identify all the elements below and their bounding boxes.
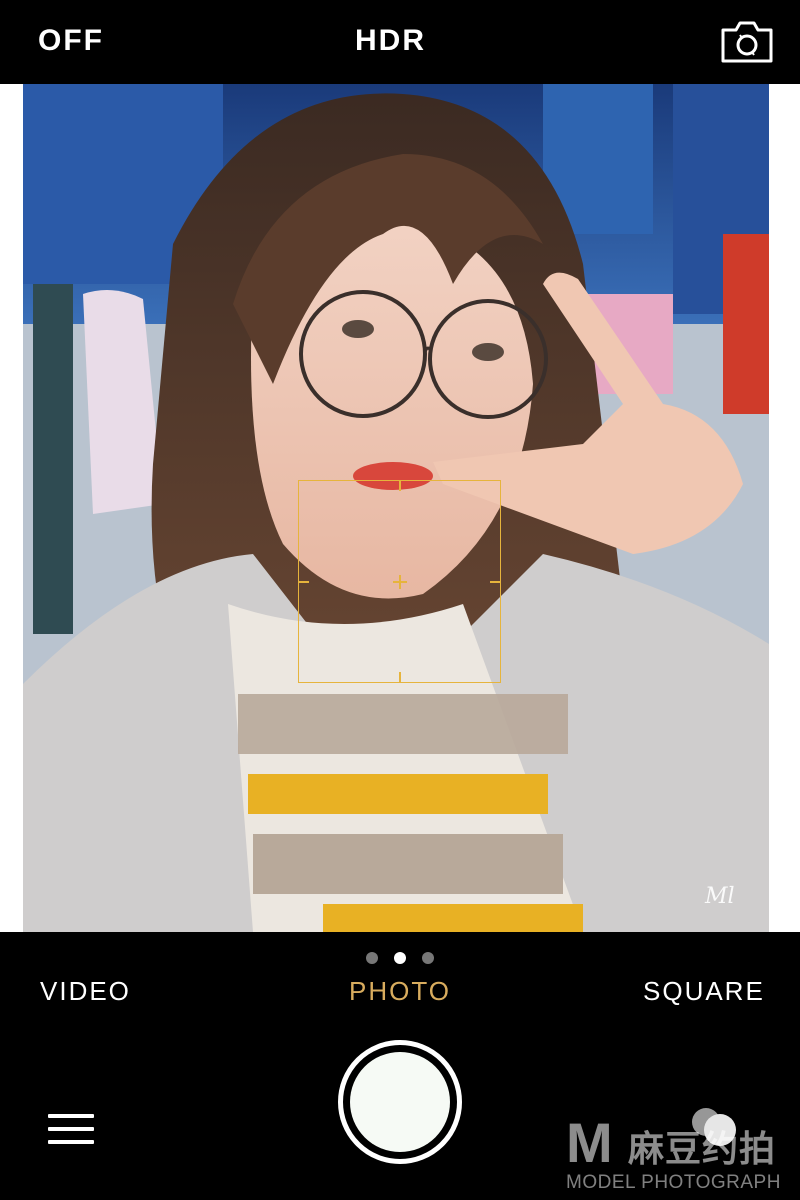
mode-square[interactable]: SQUARE xyxy=(643,976,765,1007)
shutter-inner xyxy=(350,1052,450,1152)
page-indicator xyxy=(364,950,438,966)
page-dot-active xyxy=(394,952,406,964)
camera-viewfinder[interactable]: Ml xyxy=(0,84,800,932)
hamburger-menu-icon[interactable] xyxy=(48,1114,94,1146)
mode-video[interactable]: VIDEO xyxy=(40,976,131,1007)
brand-logo: M xyxy=(566,1111,613,1174)
hdr-toggle-button[interactable]: HDR xyxy=(355,24,426,58)
brand-name-cn: 麻豆约拍 xyxy=(628,1128,777,1169)
top-bar: OFF HDR xyxy=(0,0,800,84)
camera-switch-icon[interactable] xyxy=(720,20,774,64)
flash-toggle-button[interactable]: OFF xyxy=(38,24,104,58)
brand-watermark: M 麻豆约拍 MODEL PHOTOGRAPH xyxy=(566,1110,796,1196)
brand-name-en: MODEL PHOTOGRAPH xyxy=(566,1172,781,1193)
page-dot xyxy=(422,952,434,964)
shutter-button[interactable] xyxy=(338,1040,462,1164)
mode-photo[interactable]: PHOTO xyxy=(349,976,451,1007)
page-dot xyxy=(366,952,378,964)
signature-mark: Ml xyxy=(705,884,735,909)
focus-frame xyxy=(298,480,501,683)
